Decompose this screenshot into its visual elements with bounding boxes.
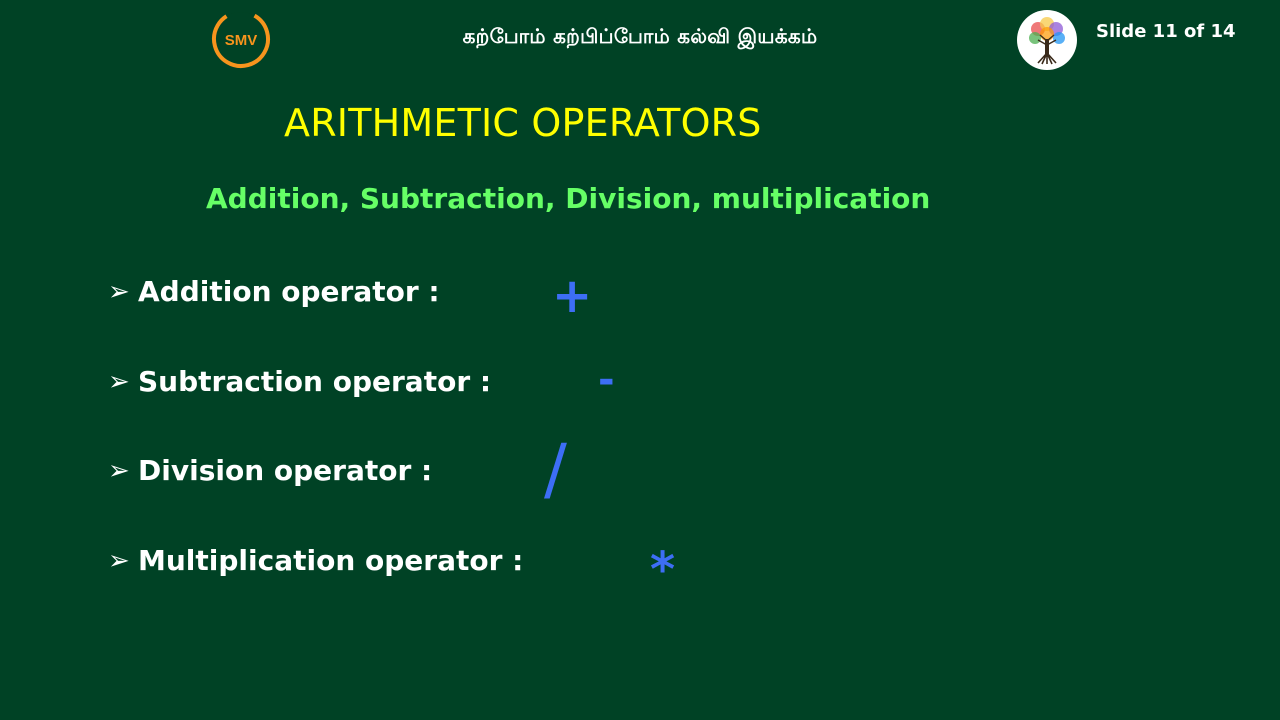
plus-symbol: +	[552, 268, 593, 324]
slide-title: ARITHMETIC OPERATORS	[284, 101, 762, 145]
slash-symbol: /	[544, 430, 567, 509]
smv-logo-icon: SMV	[211, 9, 271, 69]
list-item-division: ➢ Division operator :	[108, 449, 432, 493]
addition-label: Addition operator :	[138, 275, 440, 308]
list-item-multiplication: ➢ Multiplication operator :	[108, 539, 523, 583]
slide-subtitle: Addition, Subtraction, Division, multipl…	[206, 182, 931, 215]
asterisk-symbol: *	[650, 542, 676, 598]
header-tagline: கற்போம் கற்பிப்போம் கல்வி இயக்கம்	[462, 24, 818, 48]
arrow-bullet-icon: ➢	[108, 367, 130, 397]
slide-counter: Slide 11 of 14	[1096, 21, 1236, 42]
slide: SMV கற்போம் கற்பிப்போம் கல்வி இயக்கம் Sl…	[0, 0, 1280, 720]
subtraction-label: Subtraction operator :	[138, 365, 492, 398]
smv-logo-text: SMV	[225, 32, 258, 49]
tree-logo-icon	[1016, 9, 1078, 71]
list-item-addition: ➢ Addition operator :	[108, 270, 440, 314]
arrow-bullet-icon: ➢	[108, 456, 130, 486]
minus-symbol: -	[598, 357, 615, 403]
division-label: Division operator :	[138, 454, 433, 487]
arrow-bullet-icon: ➢	[108, 277, 130, 307]
list-item-subtraction: ➢ Subtraction operator :	[108, 360, 491, 404]
arrow-bullet-icon: ➢	[108, 546, 130, 576]
multiplication-label: Multiplication operator :	[138, 544, 524, 577]
